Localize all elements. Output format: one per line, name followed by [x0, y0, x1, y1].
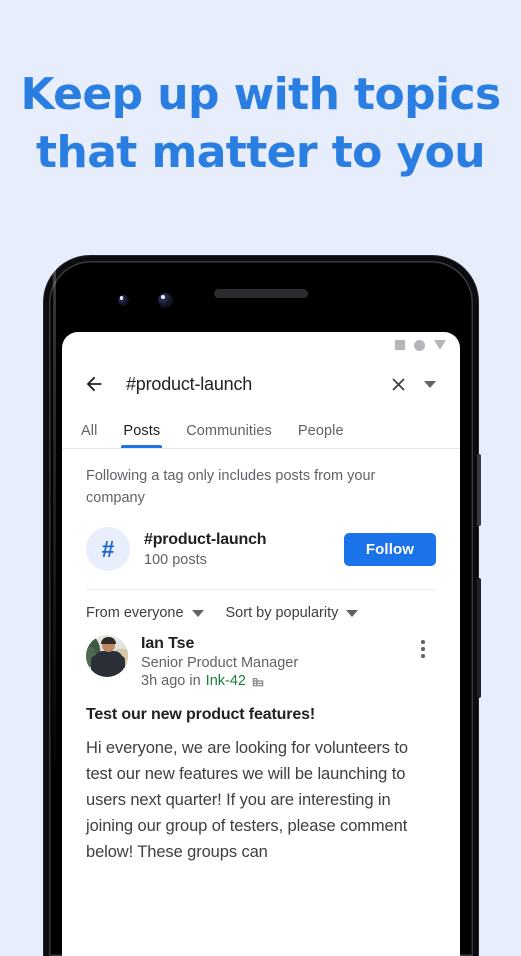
tag-name: #product-launch [144, 530, 267, 548]
post-author-role: Senior Product Manager [141, 655, 299, 671]
hashtag-icon: # [86, 527, 130, 571]
filter-bar: From everyone Sort by popularity [62, 590, 460, 621]
avatar[interactable] [86, 635, 128, 677]
back-arrow-icon[interactable] [78, 368, 110, 400]
following-notice: Following a tag only includes posts from… [86, 468, 376, 506]
triangle-icon [434, 340, 446, 350]
square-icon [395, 340, 405, 350]
front-camera-a-icon [118, 295, 129, 306]
hero-headline: Keep up with topics that matter to you [0, 66, 521, 182]
volume-button[interactable] [477, 578, 481, 698]
post-author-name[interactable]: Ian Tse [141, 635, 410, 653]
circle-icon [414, 339, 425, 351]
status-bar [62, 332, 460, 358]
post-body: Hi everyone, we are looking for voluntee… [86, 739, 409, 861]
tab-communities[interactable]: Communities [173, 423, 285, 448]
post-header: Ian Tse Senior Product Manager 3h ago in… [86, 635, 436, 689]
post-time-text: 3h ago in [141, 673, 201, 689]
tag-summary-row: # #product-launch 100 posts Follow [86, 527, 436, 590]
post-card: Ian Tse Senior Product Manager 3h ago in… [62, 621, 460, 865]
power-button[interactable] [477, 454, 481, 526]
filter-from-everyone-label: From everyone [86, 605, 184, 621]
tag-post-count: 100 posts [144, 551, 207, 568]
search-query-text[interactable]: #product-launch [110, 374, 382, 395]
app-bar: #product-launch [62, 358, 460, 410]
filter-from-everyone[interactable]: From everyone [86, 605, 204, 621]
building-icon [252, 678, 264, 687]
phone-mockup: #product-launch All Posts Communities Pe… [44, 256, 481, 956]
hero-line-2: that matter to you [36, 127, 485, 178]
tab-bar: All Posts Communities People [62, 410, 460, 449]
tab-posts[interactable]: Posts [110, 423, 173, 448]
chevron-down-icon [191, 609, 204, 617]
filter-sort-by[interactable]: Sort by popularity [226, 605, 359, 621]
follow-button[interactable]: Follow [343, 532, 436, 566]
phone-screen: #product-launch All Posts Communities Pe… [62, 332, 460, 956]
overflow-menu-icon[interactable] [410, 635, 436, 658]
close-icon[interactable] [382, 368, 414, 400]
post-author-block: Ian Tse Senior Product Manager 3h ago in… [128, 635, 410, 689]
front-camera-b-icon [158, 293, 173, 308]
chevron-down-icon[interactable] [414, 368, 446, 400]
post-title: Test our new product features! [86, 706, 316, 723]
filter-sort-by-label: Sort by popularity [225, 605, 339, 621]
tag-info: #product-launch 100 posts [130, 531, 344, 568]
tab-all[interactable]: All [68, 423, 110, 448]
post-org-link[interactable]: Ink-42 [206, 673, 246, 689]
phone-bezel-highlight [53, 265, 56, 765]
post-timestamp: 3h ago in Ink-42 [141, 673, 410, 689]
earpiece-speaker [214, 289, 308, 298]
hero-line-1: Keep up with topics [20, 69, 501, 120]
tab-people[interactable]: People [285, 423, 357, 448]
chevron-down-icon [346, 609, 359, 617]
